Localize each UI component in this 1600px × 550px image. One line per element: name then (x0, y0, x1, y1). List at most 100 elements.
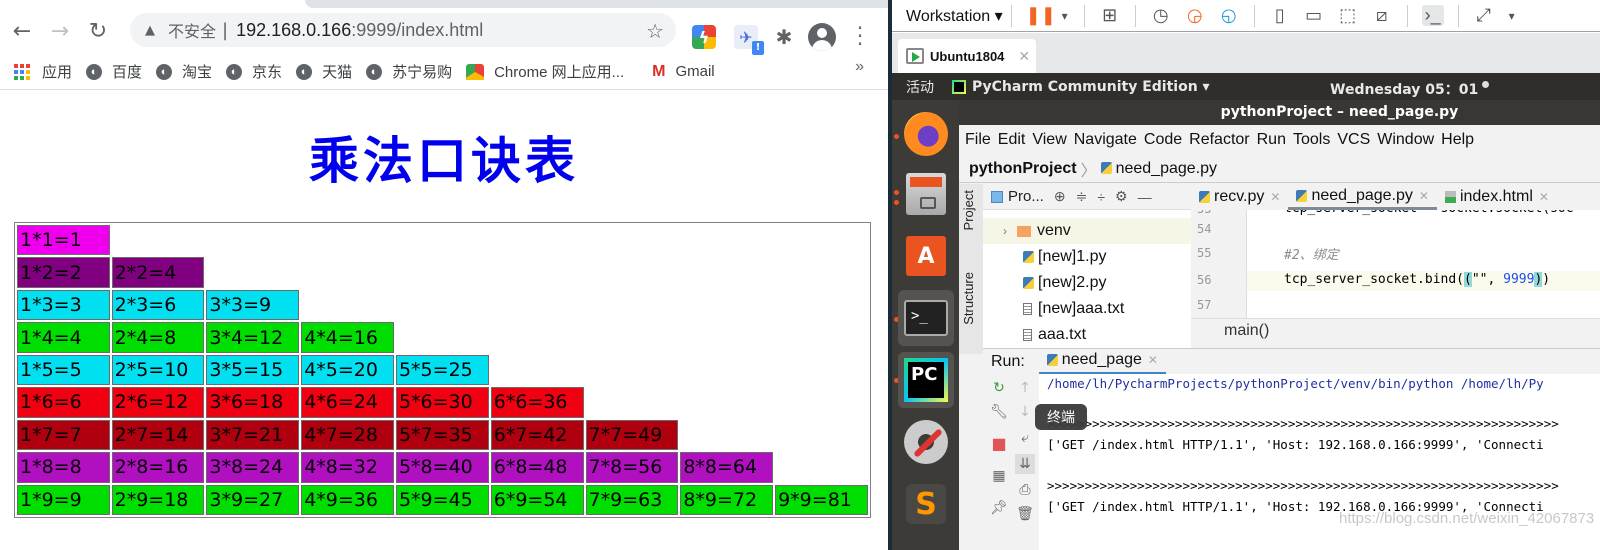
menu-navigate[interactable]: Navigate (1074, 131, 1137, 149)
menu-edit[interactable]: Edit (998, 131, 1026, 149)
reload-button[interactable]: ↻ (82, 15, 114, 47)
dock-pycharm[interactable]: PC (898, 352, 954, 408)
stretch-guest-icon[interactable]: ⤢ (1473, 5, 1495, 26)
rerun-icon[interactable]: ↻ (989, 378, 1009, 398)
menu-refactor[interactable]: Refactor (1189, 131, 1249, 149)
expand-all-icon[interactable]: ≑ (1076, 188, 1088, 205)
table-row: 1*9=9 2*9=18 3*9=27 4*9=36 5*9=45 6*9=54 7*9=6… (17, 484, 868, 515)
warning-triangle-icon[interactable]: ▲ (142, 22, 158, 38)
tree-item[interactable]: [new]2.py (983, 270, 1191, 296)
tree-item[interactable]: [new]1.py (983, 244, 1191, 270)
bookmarks-overflow-button[interactable]: » (855, 58, 864, 76)
extension-lightning-icon[interactable]: ϟ (692, 25, 716, 49)
tree-item-venv[interactable]: › venv (983, 218, 1191, 244)
close-tab-icon[interactable]: ✕ (1270, 190, 1280, 204)
soft-wrap-icon[interactable]: ⤶ (1015, 428, 1035, 448)
locate-icon[interactable]: ⊕ (1054, 188, 1066, 205)
unity-mode-icon[interactable]: ⧄ (1371, 5, 1393, 26)
thumbnail-bar-icon[interactable]: ▭ (1303, 5, 1325, 26)
print-icon[interactable]: ⎙ (1015, 480, 1035, 500)
breadcrumb-project[interactable]: pythonProject (969, 160, 1077, 178)
security-label[interactable]: 不安全 (168, 18, 216, 42)
fullscreen-icon[interactable]: ⬚ (1337, 5, 1359, 26)
menu-file[interactable]: File (965, 131, 991, 149)
dock-software[interactable]: A (898, 228, 954, 284)
dock-files[interactable] (898, 166, 954, 222)
send-ctrl-alt-del-icon[interactable]: ⊞ (1099, 5, 1121, 26)
table-cell: 1*4=4 (17, 322, 110, 353)
dropdown-arrow-icon[interactable]: ▾ (1054, 9, 1076, 23)
run-console-output[interactable]: /home/lh/PycharmProjects/pythonProject/v… (1039, 374, 1600, 550)
table-cell: 1*7=7 (17, 419, 110, 451)
layout-icon[interactable]: ▦ (989, 466, 1009, 486)
close-tab-icon[interactable]: ✕ (1148, 353, 1158, 367)
dock-terminal[interactable]: >_ (898, 290, 954, 346)
bookmark-tmall[interactable]: ◐ 天猫 (296, 58, 352, 86)
wrench-icon[interactable]: 🔧︎ (989, 402, 1009, 422)
menu-tools[interactable]: Tools (1293, 131, 1330, 149)
scroll-up-icon[interactable]: ↑ (1015, 378, 1035, 398)
vm-tab-ubuntu1804[interactable]: Ubuntu1804 ✕ (898, 39, 1036, 73)
close-tab-icon[interactable]: ✕ (1419, 189, 1429, 203)
close-tab-icon[interactable]: ✕ (1018, 48, 1030, 65)
menu-code[interactable]: Code (1144, 131, 1182, 149)
app-menu[interactable]: PyCharm Community Edition ▾ (952, 79, 1210, 95)
dock-firefox[interactable] (898, 106, 954, 162)
forward-button[interactable]: → (44, 15, 76, 47)
bookmark-gmail[interactable]: M Gmail (652, 58, 715, 86)
dock-sublime[interactable]: S (898, 476, 954, 532)
clock[interactable]: Wednesday 05：01 (1330, 79, 1490, 99)
menu-help[interactable]: Help (1441, 131, 1474, 149)
menu-run[interactable]: Run (1257, 131, 1286, 149)
project-view-selector[interactable]: Pro... (1008, 188, 1044, 205)
menu-view[interactable]: View (1032, 131, 1066, 149)
bookmark-taobao[interactable]: ◐ 淘宝 (156, 58, 212, 86)
structure-tool-tab[interactable]: Structure (961, 272, 976, 325)
gear-icon[interactable]: ⚙ (1115, 188, 1128, 205)
scroll-to-end-icon[interactable]: ⇊ (1015, 454, 1035, 474)
workstation-menu[interactable]: Workstation ▾ (906, 6, 1003, 26)
editor-tab-need-page[interactable]: need_page.py ✕ (1288, 184, 1437, 210)
collapse-all-icon[interactable]: ÷ (1097, 189, 1105, 205)
snapshot-manager-icon[interactable]: ◵ (1218, 5, 1240, 26)
run-tab-need-page[interactable]: need_page ✕ (1038, 349, 1166, 375)
bookmark-jd[interactable]: ◐ 京东 (226, 58, 282, 86)
dock-settings[interactable] (898, 414, 954, 470)
address-bar[interactable]: ▲ 不安全 | 192.168.0.166:9999/index.html ☆ (130, 13, 676, 47)
menu-vcs[interactable]: VCS (1337, 131, 1370, 149)
pause-icon[interactable]: ❚❚ (1026, 5, 1056, 26)
trash-icon[interactable]: 🗑︎ (1015, 504, 1035, 524)
url-text[interactable]: 192.168.0.166:9999/index.html (236, 20, 483, 41)
console-view-icon[interactable]: ›_ (1421, 5, 1444, 26)
hide-panel-icon[interactable]: — (1138, 189, 1152, 205)
chrome-menu-icon[interactable]: · · · (852, 18, 868, 54)
back-button[interactable]: ← (6, 15, 38, 47)
scroll-down-icon[interactable]: ↓ (1015, 402, 1035, 422)
bookmark-chrome-web-store[interactable]: Chrome 网上应用... (466, 58, 624, 86)
extensions-puzzle-icon[interactable]: ✱ (772, 25, 796, 49)
stop-icon[interactable]: ■ (989, 434, 1009, 454)
bookmark-suning[interactable]: ◐ 苏宁易购 (366, 58, 452, 86)
snapshot-revert-icon[interactable]: ◶ (1184, 5, 1206, 26)
close-tab-icon[interactable]: ✕ (1539, 190, 1549, 204)
activities-button[interactable]: 活动 (906, 77, 934, 97)
bookmark-baidu[interactable]: ◐ 百度 (86, 58, 142, 86)
tree-item[interactable]: aaa.txt (983, 322, 1191, 348)
snapshot-take-icon[interactable]: ◷ (1150, 5, 1172, 26)
code-breadcrumb[interactable]: main() (1191, 318, 1600, 342)
pin-icon[interactable]: 📌︎ (989, 498, 1009, 518)
editor-tab-recv[interactable]: recv.py ✕ (1191, 184, 1288, 210)
bookmark-apps[interactable]: 应用 (14, 58, 72, 86)
chevron-right-icon[interactable]: › (1003, 224, 1017, 238)
extension-bird-icon[interactable]: ✈! (734, 25, 764, 55)
globe-icon: ◐ (366, 63, 383, 80)
menu-window[interactable]: Window (1377, 131, 1434, 149)
tree-item[interactable]: [new]aaa.txt (983, 296, 1191, 322)
project-tool-tab[interactable]: Project (961, 190, 976, 230)
bookmark-star-icon[interactable]: ☆ (646, 19, 664, 43)
editor-tab-index-html[interactable]: index.html ✕ (1437, 184, 1557, 210)
profile-avatar-icon[interactable] (808, 23, 836, 51)
breadcrumb-file[interactable]: need_page.py (1100, 160, 1217, 178)
library-view-icon[interactable]: ▯ (1269, 5, 1291, 26)
dropdown-arrow-icon[interactable]: ▾ (1501, 9, 1523, 23)
